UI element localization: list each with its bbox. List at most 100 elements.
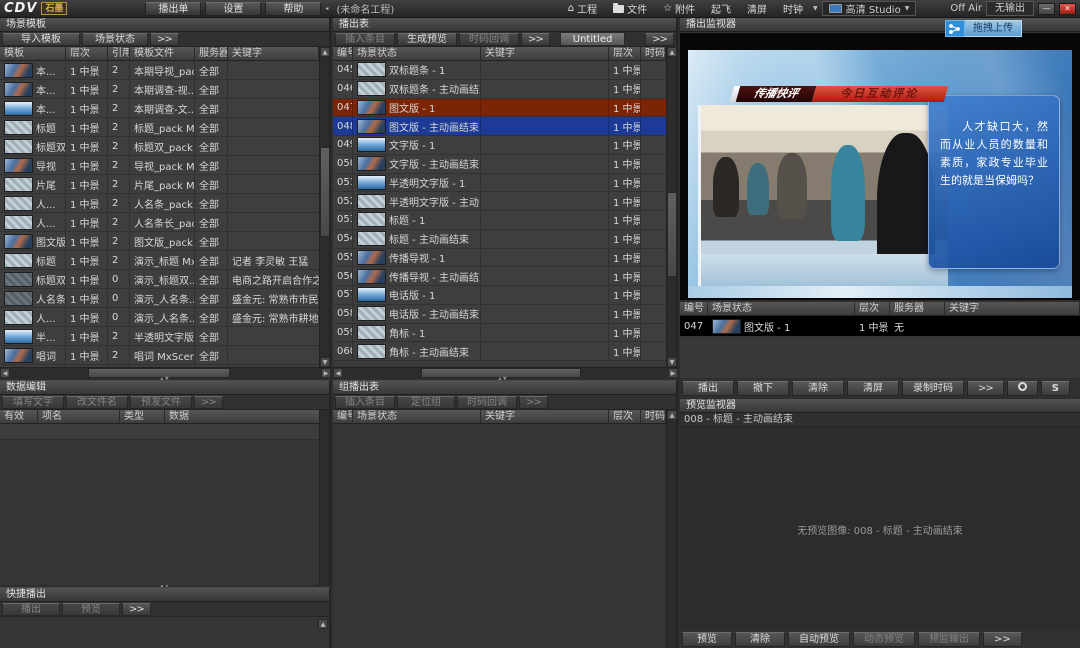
column-header-1[interactable]: 层次: [66, 47, 108, 61]
playlist-row[interactable]: 053标题 - 11 中景: [333, 211, 668, 230]
close-button[interactable]: ✕: [1059, 3, 1076, 15]
scroll-up-icon[interactable]: ▲: [320, 47, 330, 57]
record-timecode-button[interactable]: 录制时码: [902, 381, 964, 396]
snapshot-button[interactable]: [1007, 381, 1038, 396]
scene-state-button[interactable]: 场景状态: [82, 33, 148, 46]
column-header-4[interactable]: 时码: [641, 47, 666, 61]
playlist-row[interactable]: 052半透明文字版 - 主动...1 中景: [333, 192, 668, 211]
drag-upload-button[interactable]: 拖拽上传: [945, 20, 1022, 37]
template-row[interactable]: 人...1 中景2人名条_pack...全部: [0, 194, 321, 213]
column-header-1[interactable]: 场景状态: [353, 47, 481, 61]
tool-takeoff[interactable]: 起飞: [705, 1, 737, 16]
templates-vscrollbar[interactable]: ▲ ▼: [319, 47, 329, 367]
import-template-button[interactable]: 导入模板: [2, 33, 80, 46]
column-header-0[interactable]: 编号: [333, 410, 353, 424]
playlist-row[interactable]: 048图文版 - 主动画结束1 中景: [333, 117, 668, 136]
more-buttons-chevron[interactable]: >>: [150, 33, 179, 46]
column-header-0[interactable]: 有效: [0, 410, 38, 424]
group-playlist-tab-0[interactable]: 插入条目: [335, 396, 395, 409]
data-editor-tab-2[interactable]: 预发文件: [130, 396, 192, 409]
column-header-4[interactable]: 关键字: [945, 302, 1080, 316]
template-row[interactable]: 本...1 中景2本期调查-文...全部: [0, 99, 321, 118]
tool-clear-screen[interactable]: 清屏: [741, 1, 773, 16]
template-row[interactable]: 导视1 中景2导视_pack Mx...全部: [0, 156, 321, 175]
group-playlist-tab-1[interactable]: 定位组: [397, 396, 455, 409]
playlist-row[interactable]: 059角标 - 11 中景: [333, 324, 668, 343]
menu-help[interactable]: 帮助: [265, 2, 321, 16]
column-header-0[interactable]: 编号: [333, 47, 353, 61]
clear-button[interactable]: 清除: [792, 381, 844, 396]
scroll-left-icon[interactable]: ◀: [0, 368, 10, 378]
template-row[interactable]: 图文版1 中景2图文版_pack...全部: [0, 232, 321, 251]
playlist-row[interactable]: 056传播导视 - 主动画结束1 中景: [333, 267, 668, 286]
scroll-right-icon[interactable]: ▶: [321, 368, 331, 378]
playlist-row[interactable]: 058电话版 - 主动画结束1 中景: [333, 305, 668, 324]
data-editor-tab-1[interactable]: 改文件名: [66, 396, 128, 409]
menu-playlist[interactable]: 播出单: [145, 2, 201, 16]
template-row[interactable]: 标题1 中景2标题_pack Mx...全部: [0, 118, 321, 137]
playlist-vscrollbar[interactable]: ▲ ▼: [666, 47, 676, 367]
column-header-1[interactable]: 项名: [38, 410, 120, 424]
document-tab-untitled[interactable]: Untitled: [560, 32, 626, 46]
playlist-row[interactable]: 049文字版 - 11 中景: [333, 136, 668, 155]
s-mode-button[interactable]: S: [1041, 381, 1070, 396]
tool-clock[interactable]: 时钟: [777, 1, 809, 16]
data-editor-tab-0[interactable]: 填写文字: [2, 396, 64, 409]
more-tabs-chevron[interactable]: >>: [645, 33, 674, 46]
template-row[interactable]: 片尾1 中景2片尾_pack Mx...全部: [0, 175, 321, 194]
column-header-3[interactable]: 服务器: [890, 302, 945, 316]
dynamic-preview-button[interactable]: 动态预览: [853, 632, 915, 647]
data-editor-vscrollbar[interactable]: [319, 410, 329, 586]
auto-preview-button[interactable]: 自动预览: [788, 632, 850, 647]
playlist-tab-0[interactable]: 插入条目: [335, 33, 395, 46]
preview-output-button[interactable]: 预监输出: [918, 632, 980, 647]
minimize-button[interactable]: —: [1038, 3, 1055, 15]
clear-button[interactable]: 清除: [735, 632, 785, 647]
column-header-3[interactable]: 层次: [609, 410, 641, 424]
template-row[interactable]: 标题1 中景2演示_标题 Mx...全部记者 李灵敏 王猛: [0, 251, 321, 270]
playlist-row[interactable]: 050文字版 - 主动画结束1 中景: [333, 155, 668, 174]
scroll-thumb[interactable]: [88, 368, 230, 378]
group-vscrollbar[interactable]: ▲: [666, 410, 676, 648]
template-row[interactable]: 标题双1 中景0演示_标题双...全部电商之路开启合作之旅: [0, 270, 321, 289]
scroll-down-icon[interactable]: ▼: [320, 357, 330, 367]
scroll-thumb[interactable]: [320, 147, 330, 237]
playlist-row[interactable]: 047图文版 - 11 中景: [333, 99, 668, 118]
column-header-1[interactable]: 场景状态: [708, 302, 855, 316]
template-row[interactable]: 半...1 中景2半透明文字版...全部: [0, 327, 321, 346]
column-header-3[interactable]: 数据: [165, 410, 323, 424]
playlist-row[interactable]: 051半透明文字版 - 11 中景: [333, 174, 668, 193]
template-row[interactable]: 本...1 中景2本期调查-视...全部: [0, 80, 321, 99]
column-header-2[interactable]: 类型: [120, 410, 165, 424]
quick-preview-button[interactable]: 预览: [62, 603, 120, 616]
scroll-up-icon[interactable]: ▲: [667, 410, 677, 420]
playlist-row[interactable]: 045双标题条 - 11 中景: [333, 61, 668, 80]
clock-dropdown-icon[interactable]: ▼: [813, 5, 818, 12]
play-out-button[interactable]: 播出: [682, 381, 734, 396]
more-buttons-chevron[interactable]: >>: [194, 396, 223, 409]
column-header-3[interactable]: 模板文件: [130, 47, 195, 61]
more-buttons-chevron[interactable]: >>: [967, 381, 1004, 396]
playlist-row[interactable]: 057电话版 - 11 中景: [333, 286, 668, 305]
clear-screen-button[interactable]: 清屏: [847, 381, 899, 396]
column-header-4[interactable]: 服务器: [195, 47, 228, 61]
template-row[interactable]: 标题双1 中景2标题双_pack...全部: [0, 137, 321, 156]
column-header-1[interactable]: 场景状态: [353, 410, 481, 424]
playlist-row[interactable]: 046双标题条 - 主动画结束1 中景: [333, 80, 668, 99]
scroll-thumb[interactable]: [667, 192, 677, 277]
more-buttons-chevron[interactable]: >>: [983, 632, 1022, 647]
scroll-up-icon[interactable]: ▲: [667, 47, 677, 57]
playlist-row[interactable]: 054标题 - 主动画结束1 中景: [333, 230, 668, 249]
column-header-0[interactable]: 编号: [680, 302, 708, 316]
column-header-4[interactable]: 时码: [641, 410, 666, 424]
scroll-left-icon[interactable]: ◀: [333, 368, 343, 378]
template-row[interactable]: 本...1 中景2本期导视_pac...全部: [0, 61, 321, 80]
template-row[interactable]: 人...1 中景0演示_人名条...全部盛金元: 常熟市耕地质量: [0, 308, 321, 327]
column-header-2[interactable]: 引用: [108, 47, 130, 61]
more-buttons-chevron[interactable]: >>: [521, 33, 550, 46]
column-header-3[interactable]: 层次: [609, 47, 641, 61]
playlist-tab-2[interactable]: 时码回调: [459, 33, 519, 46]
template-row[interactable]: 人...1 中景2人名条长_pac...全部: [0, 213, 321, 232]
group-playlist-tab-2[interactable]: 时码回调: [457, 396, 517, 409]
more-buttons-chevron[interactable]: >>: [519, 396, 548, 409]
